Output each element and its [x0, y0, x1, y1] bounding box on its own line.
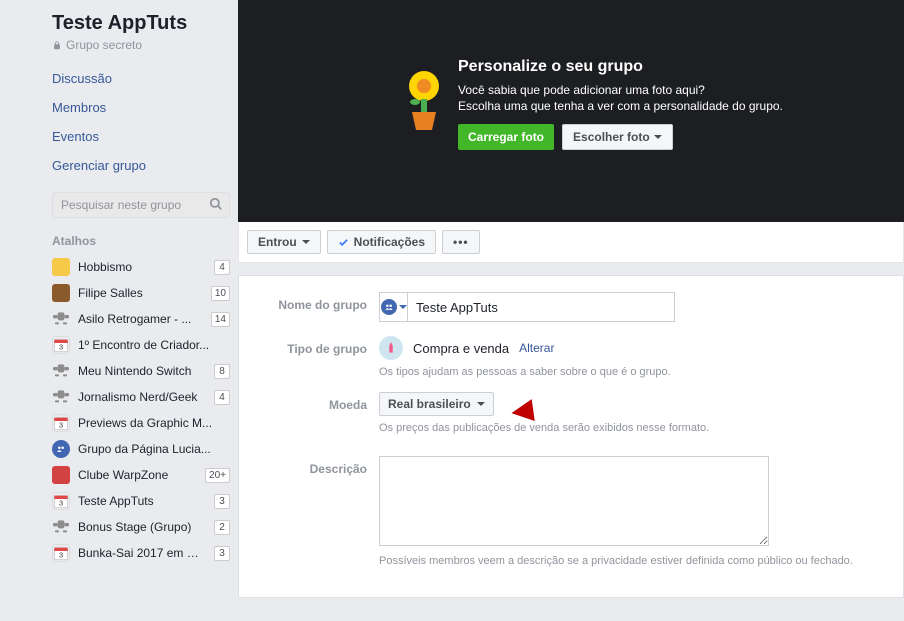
description-input[interactable]	[379, 456, 769, 546]
svg-text:3: 3	[59, 421, 63, 430]
shortcut-label: Meu Nintendo Switch	[78, 364, 206, 378]
flower-icon	[398, 66, 450, 134]
shortcut-item[interactable]: Filipe Salles 10	[52, 280, 230, 306]
group-name-input[interactable]	[408, 295, 674, 320]
chevron-down-icon	[654, 135, 662, 139]
shortcut-label: Hobbismo	[78, 260, 206, 274]
nav-item-gerenciar[interactable]: Gerenciar grupo	[52, 151, 230, 180]
chevron-down-icon	[302, 240, 310, 244]
shortcut-label: Jornalismo Nerd/Geek	[78, 390, 206, 404]
search-icon[interactable]	[209, 197, 223, 214]
nav-item-membros[interactable]: Membros	[52, 93, 230, 122]
shortcut-icon	[52, 258, 70, 276]
shortcut-badge: 4	[214, 390, 230, 405]
desc-help: Possíveis membros veem a descrição se a …	[379, 555, 885, 567]
shortcut-icon: 3	[52, 414, 70, 432]
shortcut-icon	[52, 362, 70, 380]
shortcut-badge: 20+	[205, 468, 230, 483]
notifications-button[interactable]: Notificações	[327, 230, 436, 254]
shortcut-item[interactable]: Asilo Retrogamer - ... 14	[52, 306, 230, 332]
shortcut-badge: 2	[214, 520, 230, 535]
shortcut-label: 1º Encontro de Criador...	[78, 338, 230, 352]
shortcut-badge: 4	[214, 260, 230, 275]
shortcuts-title: Atalhos	[52, 234, 230, 248]
cover-text: Você sabia que pode adicionar uma foto a…	[458, 82, 874, 114]
shortcuts-list: Hobbismo 4 Filipe Salles 10 Asilo Retrogamer…	[52, 254, 230, 566]
shortcut-badge: 3	[214, 494, 230, 509]
shortcut-label: Bonus Stage (Grupo)	[78, 520, 206, 534]
group-privacy-text: Grupo secreto	[66, 38, 142, 52]
more-button[interactable]: •••	[442, 230, 480, 254]
group-title: Teste AppTuts	[52, 12, 230, 35]
shortcut-label: Bunka-Sai 2017 em Pet...	[78, 546, 206, 560]
group-privacy: Grupo secreto	[52, 38, 230, 52]
upload-photo-button[interactable]: Carregar foto	[458, 124, 554, 150]
nav-list: Discussão Membros Eventos Gerenciar grup…	[52, 64, 230, 180]
choose-photo-button[interactable]: Escolher foto	[562, 124, 673, 150]
shortcut-label: Previews da Graphic M...	[78, 416, 230, 430]
shortcut-icon	[52, 388, 70, 406]
type-change-link[interactable]: Alterar	[519, 341, 554, 355]
settings-card: Nome do grupo Tipo de grupo	[238, 275, 904, 598]
chevron-down-icon	[477, 402, 485, 406]
shortcut-icon	[52, 440, 70, 458]
search-input[interactable]	[52, 192, 230, 218]
shortcut-item[interactable]: Bonus Stage (Grupo) 2	[52, 514, 230, 540]
shortcut-icon	[52, 518, 70, 536]
shortcut-item[interactable]: 3 Bunka-Sai 2017 em Pet... 3	[52, 540, 230, 566]
cover-title: Personalize o seu grupo	[458, 58, 874, 76]
svg-text:3: 3	[59, 499, 63, 508]
shortcut-label: Teste AppTuts	[78, 494, 206, 508]
shortcut-badge: 10	[211, 286, 230, 301]
joined-button[interactable]: Entrou	[247, 230, 321, 254]
desc-label: Descrição	[257, 456, 379, 476]
shortcut-badge: 3	[214, 546, 230, 561]
shortcut-icon	[52, 466, 70, 484]
shortcut-icon: 3	[52, 544, 70, 562]
type-help: Os tipos ajudam as pessoas a saber sobre…	[379, 366, 885, 378]
currency-label: Moeda	[257, 392, 379, 412]
currency-select[interactable]: Real brasileiro	[379, 392, 494, 416]
svg-text:3: 3	[59, 551, 63, 560]
currency-help: Os preços das publicações de venda serão…	[379, 422, 885, 434]
nav-item-eventos[interactable]: Eventos	[52, 122, 230, 151]
tag-icon	[379, 336, 403, 360]
shortcut-item[interactable]: 3 1º Encontro de Criador...	[52, 332, 230, 358]
shortcut-icon	[52, 284, 70, 302]
shortcut-icon: 3	[52, 492, 70, 510]
shortcut-item[interactable]: Clube WarpZone 20+	[52, 462, 230, 488]
chevron-down-icon	[399, 305, 407, 309]
name-label: Nome do grupo	[257, 292, 379, 312]
group-icon	[381, 299, 397, 315]
shortcut-item[interactable]: Grupo da Página Lucia...	[52, 436, 230, 462]
nav-item-discussao[interactable]: Discussão	[52, 64, 230, 93]
shortcut-label: Clube WarpZone	[78, 468, 197, 482]
shortcut-label: Asilo Retrogamer - ...	[78, 312, 203, 326]
shortcut-icon	[52, 310, 70, 328]
shortcut-label: Grupo da Página Lucia...	[78, 442, 230, 456]
lock-icon	[52, 40, 62, 51]
check-icon	[338, 237, 349, 248]
shortcut-label: Filipe Salles	[78, 286, 203, 300]
shortcut-badge: 14	[211, 312, 230, 327]
shortcut-item[interactable]: Meu Nintendo Switch 8	[52, 358, 230, 384]
toolbar: Entrou Notificações •••	[238, 222, 904, 263]
shortcut-badge: 8	[214, 364, 230, 379]
type-value: Compra e venda	[413, 341, 509, 356]
shortcut-item[interactable]: 3 Teste AppTuts 3	[52, 488, 230, 514]
shortcut-item[interactable]: 3 Previews da Graphic M...	[52, 410, 230, 436]
shortcut-icon: 3	[52, 336, 70, 354]
shortcut-item[interactable]: Hobbismo 4	[52, 254, 230, 280]
shortcut-item[interactable]: Jornalismo Nerd/Geek 4	[52, 384, 230, 410]
cover-banner: Personalize o seu grupo Você sabia que p…	[238, 0, 904, 222]
group-icon-picker[interactable]	[380, 293, 408, 321]
type-label: Tipo de grupo	[257, 336, 379, 356]
svg-text:3: 3	[59, 343, 63, 352]
